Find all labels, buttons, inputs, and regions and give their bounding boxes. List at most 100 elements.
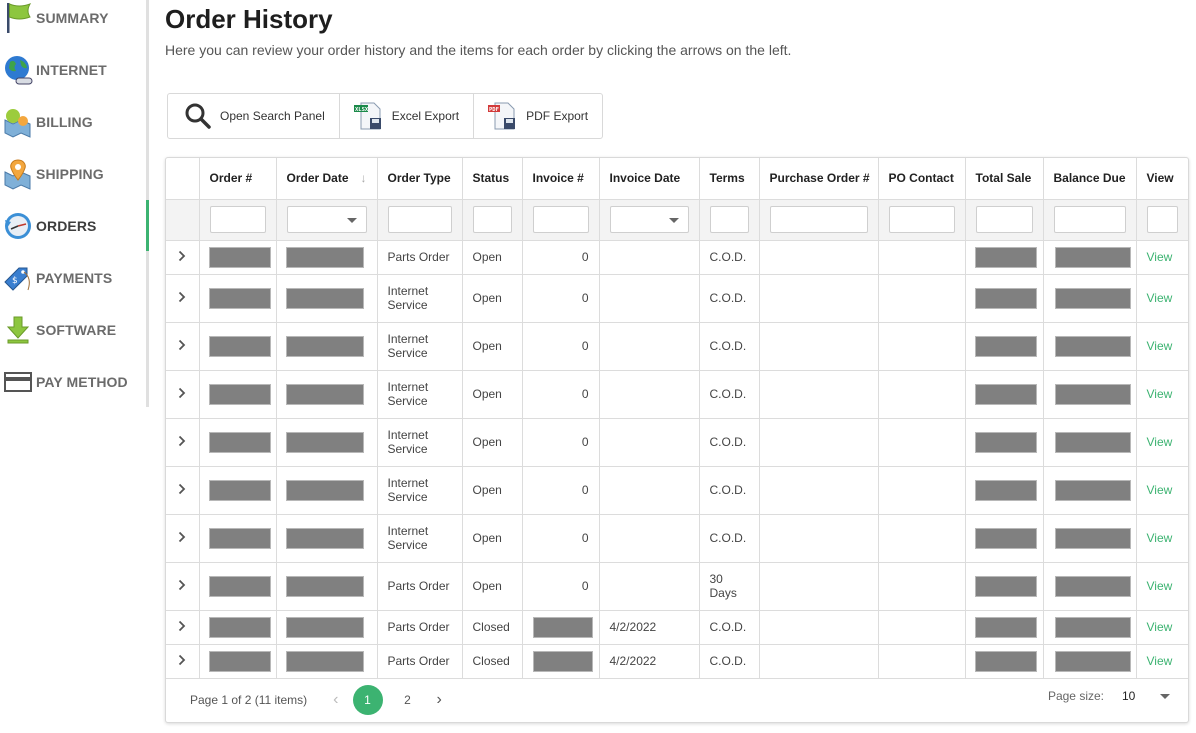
pdf-export-button[interactable]: PDF PDF Export — [474, 94, 602, 138]
view-order-link[interactable]: View — [1147, 654, 1173, 668]
pager-page-2[interactable]: 2 — [393, 685, 423, 715]
filter-terms-input[interactable] — [709, 206, 749, 233]
column-header-order-type[interactable]: Order Type — [377, 158, 463, 200]
pdf-file-icon: PDF — [488, 101, 518, 131]
page-size-label: Page size: — [1047, 689, 1104, 703]
pager-prev-icon[interactable]: ‹ — [333, 691, 338, 709]
view-order-link[interactable]: View — [1147, 250, 1173, 264]
sidebar-item-summary[interactable]: SUMMARY — [0, 0, 146, 38]
chevron-down-icon[interactable] — [1160, 693, 1170, 699]
pager-next-icon[interactable]: › — [437, 691, 442, 709]
view-order-link[interactable]: View — [1147, 483, 1173, 497]
redacted-order-date — [285, 479, 364, 501]
sidebar-item-shipping[interactable]: SHIPPING — [0, 154, 146, 194]
column-header-purchase-order[interactable]: Purchase Order # — [759, 158, 879, 200]
status-cell: Open — [462, 466, 523, 515]
sort-descending-icon[interactable]: ↓ — [361, 171, 367, 185]
excel-export-button[interactable]: XLSX Excel Export — [340, 94, 475, 138]
column-header-status[interactable]: Status — [462, 158, 523, 200]
order-type-cell: Parts Order — [377, 644, 463, 679]
column-header-invoice-date[interactable]: Invoice Date — [599, 158, 700, 200]
filter-status-input[interactable] — [472, 206, 512, 233]
redacted-order-date — [285, 335, 364, 357]
orders-table: Order # Order Date ↓ Order Type Status In… — [166, 158, 1188, 679]
sidebar-item-internet[interactable]: INTERNET — [0, 50, 146, 90]
redacted-order-date — [285, 575, 364, 597]
po-contact-cell — [878, 562, 966, 611]
invoice-number-cell: 0 — [522, 274, 600, 323]
excel-file-icon: XLSX — [353, 101, 384, 131]
column-header-invoice-number[interactable]: Invoice # — [522, 158, 600, 200]
view-order-link[interactable]: View — [1147, 291, 1173, 305]
redacted-balance-due — [1054, 287, 1131, 309]
invoice-date-cell — [599, 240, 700, 275]
table-row: Parts Order Open 0 C.O.D. View — [166, 240, 1188, 275]
view-order-link[interactable]: View — [1147, 579, 1173, 593]
page-size-selector[interactable]: Page size: 10 — [1048, 689, 1170, 703]
order-type-cell: Internet Service — [377, 322, 463, 371]
sidebar-item-orders[interactable]: ORDERS — [0, 206, 146, 246]
expand-row-button[interactable] — [166, 370, 200, 419]
expand-row-button[interactable] — [166, 562, 200, 611]
column-header-terms[interactable]: Terms — [699, 158, 760, 200]
purchase-order-cell — [759, 274, 879, 323]
expand-row-button[interactable] — [166, 466, 200, 515]
filter-invoice-number-input[interactable] — [532, 206, 589, 233]
invoice-number-cell: 0 — [522, 370, 600, 419]
redacted-total-sale — [974, 246, 1037, 268]
expand-row-button[interactable] — [166, 274, 200, 323]
filter-total-sale-input[interactable] — [975, 206, 1033, 233]
redacted-total-sale — [974, 383, 1037, 405]
column-header-total-sale[interactable]: Total Sale — [965, 158, 1044, 200]
chevron-right-icon — [179, 387, 186, 398]
open-search-panel-button[interactable]: Open Search Panel — [168, 94, 340, 138]
sidebar-item-software[interactable]: SOFTWARE — [0, 310, 146, 350]
po-contact-cell — [878, 514, 966, 563]
table-row: Parts Order Closed 4/2/2022 C.O.D. View — [166, 644, 1188, 679]
pager-summary: Page 1 of 2 (11 items) — [190, 692, 308, 707]
filter-balance-due-input[interactable] — [1053, 206, 1126, 233]
clock-history-icon — [0, 210, 36, 242]
view-order-link[interactable]: View — [1147, 435, 1173, 449]
page-size-value[interactable]: 10 — [1122, 689, 1152, 703]
expand-row-button[interactable] — [166, 240, 200, 275]
view-order-link[interactable]: View — [1147, 531, 1173, 545]
pager: Page 1 of 2 (11 items) ‹ 1 2 › Page size… — [166, 677, 1188, 722]
filter-order-number-input[interactable] — [209, 206, 266, 233]
redacted-order-date — [285, 287, 364, 309]
column-header-po-contact[interactable]: PO Contact — [878, 158, 966, 200]
filter-invoice-date-select[interactable] — [609, 206, 689, 233]
column-header-order-number[interactable]: Order # — [199, 158, 277, 200]
view-order-link[interactable]: View — [1147, 339, 1173, 353]
redacted-order-date — [285, 527, 364, 549]
expand-row-button[interactable] — [166, 610, 200, 645]
column-header-order-date[interactable]: Order Date ↓ — [276, 158, 378, 200]
purchase-order-cell — [759, 322, 879, 371]
purchase-order-cell — [759, 466, 879, 515]
filter-purchase-order-input[interactable] — [769, 206, 868, 233]
filter-order-date-select[interactable] — [286, 206, 367, 233]
view-order-link[interactable]: View — [1147, 620, 1173, 634]
invoice-date-cell: 4/2/2022 — [599, 610, 700, 645]
filter-view-input[interactable] — [1146, 206, 1178, 233]
sidebar-item-payments[interactable]: $ PAYMENTS — [0, 258, 146, 298]
expand-row-button[interactable] — [166, 322, 200, 371]
column-header-balance-due[interactable]: Balance Due — [1043, 158, 1137, 200]
expand-row-button[interactable] — [166, 644, 200, 679]
sidebar-item-billing[interactable]: BILLING — [0, 102, 146, 142]
redacted-balance-due — [1054, 650, 1131, 672]
column-header-view[interactable]: View — [1136, 158, 1188, 200]
po-contact-cell — [878, 240, 966, 275]
filter-po-contact-input[interactable] — [888, 206, 955, 233]
filter-order-type-input[interactable] — [387, 206, 452, 233]
excel-badge-text: XLSX — [355, 107, 369, 113]
redacted-balance-due — [1054, 431, 1131, 453]
redacted-total-sale — [974, 287, 1037, 309]
pager-page-1[interactable]: 1 — [352, 684, 383, 715]
pdf-export-label: PDF Export — [526, 109, 589, 123]
view-order-link[interactable]: View — [1147, 387, 1173, 401]
sidebar-item-pay-method[interactable]: PAY METHOD — [0, 362, 146, 402]
redacted-order-date — [285, 650, 364, 672]
expand-row-button[interactable] — [166, 514, 200, 563]
expand-row-button[interactable] — [166, 418, 200, 467]
